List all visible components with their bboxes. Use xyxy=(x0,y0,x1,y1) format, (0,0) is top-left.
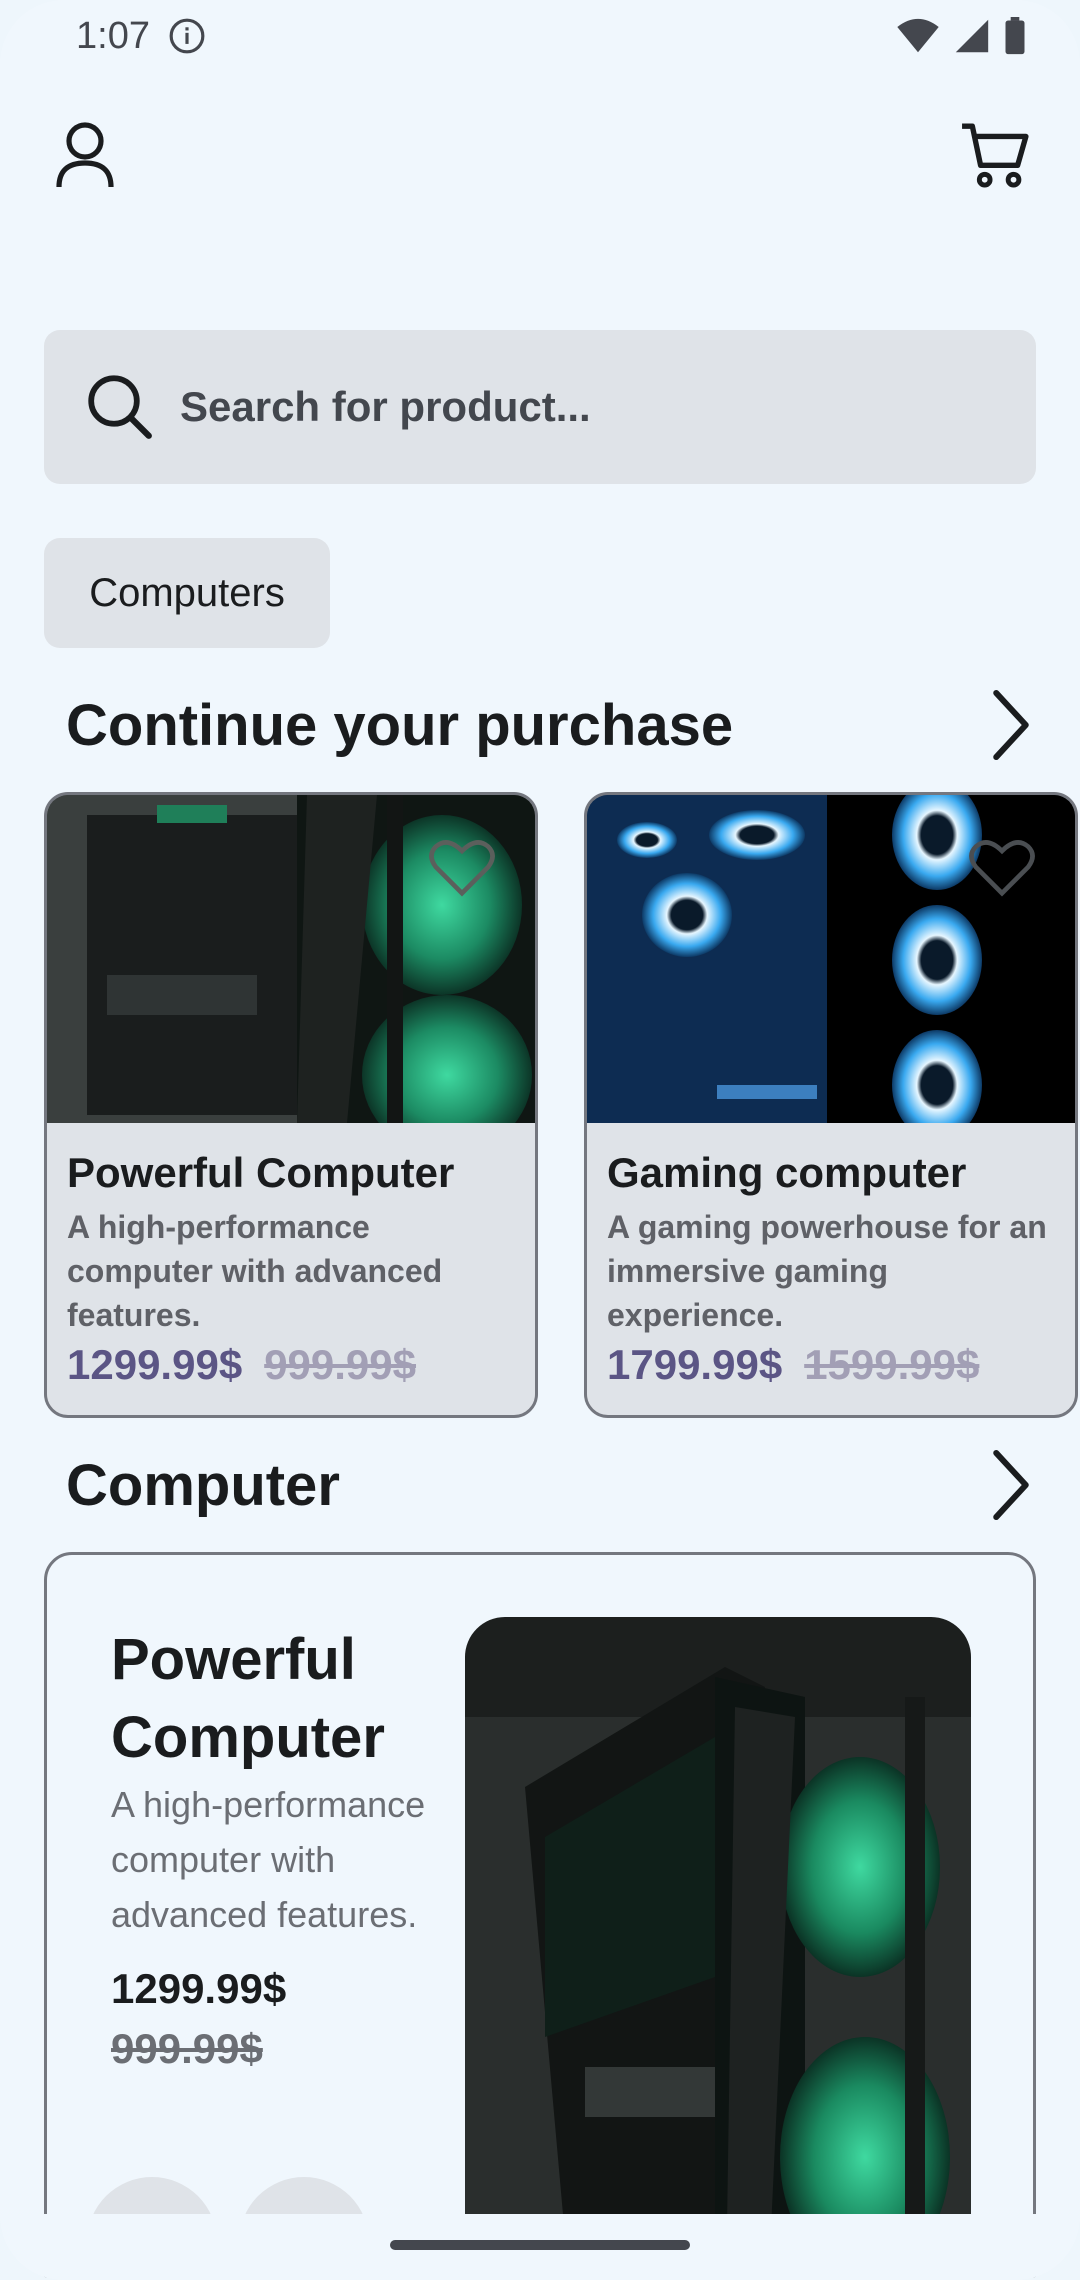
product-price: 1799.99$ xyxy=(607,1341,783,1388)
chevron-right-icon[interactable] xyxy=(986,1448,1036,1522)
app-screen: 1:07 Search for product... Computers Con… xyxy=(0,0,1080,2280)
featured-product-price: 1299.99$ xyxy=(111,1965,287,2012)
info-icon xyxy=(169,18,205,54)
search-icon xyxy=(88,375,152,439)
product-card[interactable]: Gaming computer A gaming powerhouse for … xyxy=(584,792,1078,1418)
product-price: 1299.99$ xyxy=(67,1341,243,1388)
product-old-price: 1599.99$ xyxy=(804,1341,980,1388)
cart-icon xyxy=(962,123,1029,188)
heart-icon[interactable] xyxy=(427,835,497,899)
home-indicator[interactable] xyxy=(390,2240,690,2250)
featured-product-image xyxy=(465,1617,971,2280)
continue-purchase-header: Continue your purchase xyxy=(66,680,1036,770)
category-chip-computers[interactable]: Computers xyxy=(44,538,330,648)
status-bar: 1:07 xyxy=(0,0,1080,72)
section-title: Computer xyxy=(66,1452,340,1518)
search-input[interactable]: Search for product... xyxy=(180,383,591,431)
profile-icon xyxy=(56,122,114,188)
pc-green-large-photo xyxy=(465,1617,971,2280)
signal-icon xyxy=(955,19,989,53)
price-row: 1299.99$ 999.99$ xyxy=(67,1341,515,1389)
continue-purchase-list: Powerful Computer A high-performance com… xyxy=(44,792,1078,1418)
product-name: Gaming computer xyxy=(607,1149,967,1196)
search-bar[interactable]: Search for product... xyxy=(44,330,1036,484)
status-time: 1:07 xyxy=(76,14,150,57)
featured-product-card[interactable]: Powerful Computer A high-performance com… xyxy=(44,1552,1036,2280)
section-title: Continue your purchase xyxy=(66,692,734,758)
status-right xyxy=(896,17,1026,55)
status-left: 1:07 xyxy=(76,15,206,58)
product-description: A high-performance computer with advance… xyxy=(67,1209,443,1333)
top-app-bar xyxy=(40,110,1040,200)
profile-button[interactable] xyxy=(40,110,130,200)
product-old-price: 999.99$ xyxy=(264,1341,417,1388)
featured-product-name: Powerful Computer xyxy=(111,1627,385,1770)
product-details: Gaming computer A gaming powerhouse for … xyxy=(587,1123,1075,1389)
product-image xyxy=(587,795,1075,1123)
heart-icon[interactable] xyxy=(967,835,1037,899)
featured-product-description: A high-performance computer with advance… xyxy=(111,1784,426,1935)
product-details: Powerful Computer A high-performance com… xyxy=(47,1123,535,1389)
cart-button[interactable] xyxy=(950,110,1040,200)
battery-icon xyxy=(1005,17,1025,55)
chevron-right-icon[interactable] xyxy=(986,688,1036,762)
price-row: 1799.99$ 1599.99$ xyxy=(607,1341,1055,1389)
computer-section-header: Computer xyxy=(66,1440,1036,1530)
product-description: A gaming powerhouse for an immersive gam… xyxy=(607,1209,1047,1333)
product-image xyxy=(47,795,535,1123)
featured-product-old-price: 999.99$ xyxy=(111,2025,263,2072)
product-name: Powerful Computer xyxy=(67,1149,455,1196)
wifi-icon xyxy=(897,18,939,53)
product-card[interactable]: Powerful Computer A high-performance com… xyxy=(44,792,538,1418)
